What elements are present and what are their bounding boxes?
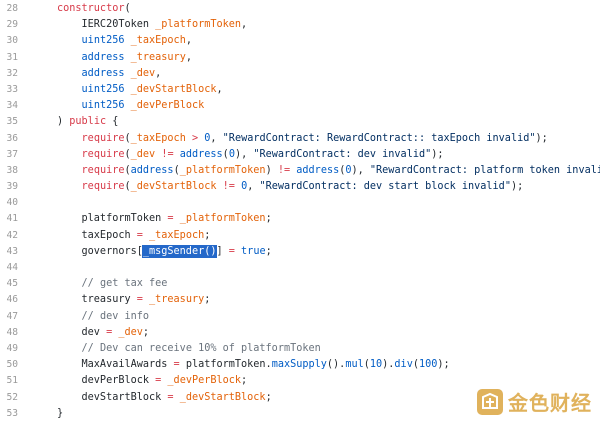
code-text[interactable]: require(address(_platformToken) != addre… [57, 163, 600, 179]
code-line[interactable]: 28 constructor( [0, 1, 600, 17]
code-line[interactable]: 40 [0, 195, 600, 211]
line-number: 50 [6, 359, 18, 371]
line-number: 46 [6, 294, 18, 306]
code-line[interactable]: 46 treasury = _treasury; [0, 292, 600, 308]
code-text[interactable]: address _treasury, [57, 50, 192, 66]
code-line[interactable]: 32 address _dev, [0, 66, 600, 82]
code-line[interactable]: 29 IERC20Token _platformToken, [0, 17, 600, 33]
code-line[interactable]: 43 governors[_msgSender()] = true; [0, 244, 600, 260]
code-editor[interactable]: 28 constructor(29 IERC20Token _platformTo… [0, 1, 600, 422]
code-line[interactable]: 49 // Dev can receive 10% of platformTok… [0, 341, 600, 357]
line-number: 34 [6, 100, 18, 112]
line-number: 35 [6, 116, 18, 128]
code-text[interactable]: MaxAvailAwards = platformToken.maxSupply… [57, 357, 450, 373]
code-text[interactable]: // get tax fee [57, 276, 168, 292]
code-line[interactable]: 30 uint256 _taxEpoch, [0, 33, 600, 49]
line-number: 53 [6, 407, 18, 419]
line-number: 42 [6, 229, 18, 241]
code-text[interactable]: taxEpoch = _taxEpoch; [57, 228, 211, 244]
code-text[interactable]: uint256 _devStartBlock, [57, 82, 223, 98]
code-line[interactable]: 42 taxEpoch = _taxEpoch; [0, 228, 600, 244]
code-text[interactable]: IERC20Token _platformToken, [57, 17, 248, 33]
line-number: 32 [6, 67, 18, 79]
line-number: 41 [6, 213, 18, 225]
code-line[interactable]: 50 MaxAvailAwards = platformToken.maxSup… [0, 357, 600, 373]
code-text[interactable]: governors[_msgSender()] = true; [57, 244, 272, 260]
line-number: 44 [6, 262, 18, 273]
line-number: 48 [6, 326, 18, 338]
code-text[interactable]: require(_dev != address(0), "RewardContr… [57, 147, 444, 163]
line-number: 28 [6, 3, 18, 14]
code-line[interactable]: 45 // get tax fee [0, 276, 600, 292]
line-number: 39 [6, 181, 18, 193]
line-number: 37 [6, 148, 18, 160]
code-text[interactable]: platformToken = _platformToken; [57, 211, 272, 227]
code-text[interactable]: uint256 _devPerBlock [57, 98, 205, 114]
watermark-text: 金色财经 [508, 391, 592, 415]
code-line[interactable]: 33 uint256 _devStartBlock, [0, 82, 600, 98]
code-text[interactable]: treasury = _treasury; [57, 292, 211, 308]
code-text[interactable]: address _dev, [57, 66, 162, 82]
code-text[interactable]: devStartBlock = _devStartBlock; [57, 390, 272, 406]
line-number: 30 [6, 35, 18, 47]
code-line[interactable]: 34 uint256 _devPerBlock [0, 98, 600, 114]
line-number: 43 [6, 245, 18, 257]
line-number: 49 [6, 342, 18, 354]
code-line[interactable]: 48 dev = _dev; [0, 325, 600, 341]
code-line[interactable]: 39 require(_devStartBlock != 0, "RewardC… [0, 179, 600, 195]
code-text[interactable]: require(_devStartBlock != 0, "RewardCont… [57, 179, 524, 195]
code-text[interactable]: dev = _dev; [57, 325, 150, 341]
line-number: 29 [6, 19, 18, 31]
code-line[interactable]: 47 // dev info [0, 309, 600, 325]
code-text[interactable]: constructor( [57, 1, 131, 17]
code-line[interactable]: 31 address _treasury, [0, 50, 600, 66]
line-number: 52 [6, 391, 18, 403]
line-number: 36 [6, 132, 18, 144]
code-text[interactable]: // Dev can receive 10% of platformToken [57, 341, 321, 357]
line-number: 38 [6, 164, 18, 176]
code-line[interactable]: 44 [0, 260, 600, 276]
code-line[interactable]: 37 require(_dev != address(0), "RewardCo… [0, 147, 600, 163]
code-text[interactable]: // dev info [57, 309, 149, 325]
line-number: 45 [6, 278, 18, 290]
code-line[interactable]: 35 ) public { [0, 114, 600, 130]
code-line[interactable]: 36 require(_taxEpoch > 0, "RewardContrac… [0, 131, 600, 147]
line-number: 33 [6, 83, 18, 95]
line-number: 31 [6, 51, 18, 63]
code-line[interactable]: 38 require(address(_platformToken) != ad… [0, 163, 600, 179]
code-text[interactable]: ) public { [57, 114, 118, 130]
code-line[interactable]: 41 platformToken = _platformToken; [0, 211, 600, 227]
watermark: 金色财经 [476, 387, 592, 416]
code-text[interactable]: require(_taxEpoch > 0, "RewardContract: … [57, 131, 548, 147]
code-text[interactable]: devPerBlock = _devPerBlock; [57, 373, 248, 389]
line-number: 40 [6, 197, 18, 209]
code-text[interactable]: } [57, 406, 63, 422]
line-number: 47 [6, 310, 18, 322]
selected-text[interactable]: _msgSender() [141, 244, 218, 258]
golden-logo-icon [477, 388, 503, 415]
line-number: 51 [6, 375, 18, 387]
code-text[interactable]: uint256 _taxEpoch, [57, 33, 192, 49]
